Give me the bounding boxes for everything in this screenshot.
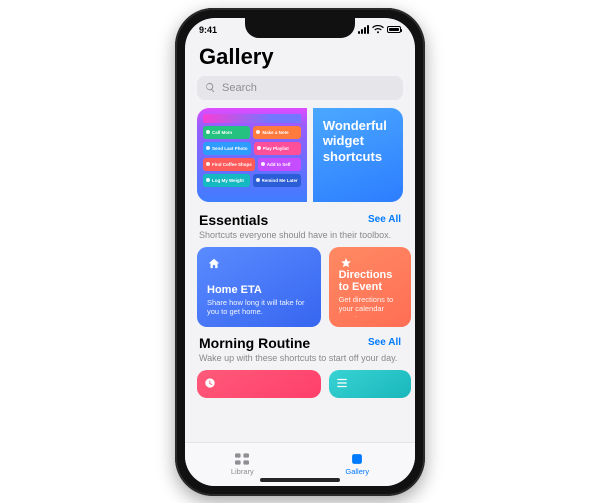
- search-placeholder: Search: [222, 82, 257, 94]
- section-title: Morning Routine: [199, 335, 310, 351]
- home-icon: [207, 257, 221, 271]
- section-subtitle: Shortcuts everyone should have in their …: [199, 230, 401, 241]
- star-icon: [339, 257, 353, 269]
- gallery-icon: [348, 452, 366, 466]
- page-title: Gallery: [199, 44, 403, 70]
- status-time: 9:41: [199, 25, 217, 35]
- card-morning-2[interactable]: [329, 370, 411, 398]
- hero-title-panel: Wonderful widget shortcuts: [313, 108, 403, 202]
- card-desc: Share how long it will take for you to g…: [207, 298, 311, 317]
- essentials-cards: Home ETA Share how long it will take for…: [197, 247, 403, 327]
- section-head-essentials: Essentials See All: [199, 212, 401, 228]
- card-desc: Get directions to your calendar event.: [339, 295, 401, 317]
- card-title: Home ETA: [207, 284, 311, 296]
- hero-title: Wonderful widget shortcuts: [323, 118, 393, 165]
- search-input[interactable]: Search: [197, 76, 403, 100]
- tab-library[interactable]: Library: [231, 452, 254, 476]
- search-icon: [205, 82, 216, 93]
- notch: [245, 18, 355, 38]
- cellular-icon: [358, 25, 369, 34]
- phone-frame: 9:41 Gallery Search Call: [175, 8, 425, 496]
- morning-cards: [197, 370, 403, 398]
- section-head-morning: Morning Routine See All: [199, 335, 401, 351]
- card-home-eta[interactable]: Home ETA Share how long it will take for…: [197, 247, 321, 327]
- screen: 9:41 Gallery Search Call: [185, 18, 415, 486]
- wifi-icon: [372, 25, 384, 34]
- battery-icon: [387, 26, 401, 33]
- content: Gallery Search Call MomMake a Note Send …: [185, 42, 415, 442]
- card-morning-1[interactable]: [197, 370, 321, 398]
- tab-gallery[interactable]: Gallery: [345, 452, 369, 476]
- status-right: [358, 25, 401, 34]
- section-subtitle: Wake up with these shortcuts to start of…: [199, 353, 401, 364]
- alarm-icon: [203, 376, 217, 390]
- hero-card[interactable]: Call MomMake a Note Send Last PhotoPlay …: [197, 108, 403, 202]
- home-indicator[interactable]: [260, 478, 340, 482]
- card-directions-event[interactable]: Directions to Event Get directions to yo…: [329, 247, 411, 327]
- hero-preview: Call MomMake a Note Send Last PhotoPlay …: [197, 108, 307, 202]
- see-all-link[interactable]: See All: [368, 214, 401, 225]
- list-icon: [335, 376, 349, 390]
- tab-label: Library: [231, 467, 254, 476]
- card-title: Directions to Event: [339, 269, 401, 293]
- tab-label: Gallery: [345, 467, 369, 476]
- grid-icon: [233, 452, 251, 466]
- section-title: Essentials: [199, 212, 268, 228]
- see-all-link[interactable]: See All: [368, 337, 401, 348]
